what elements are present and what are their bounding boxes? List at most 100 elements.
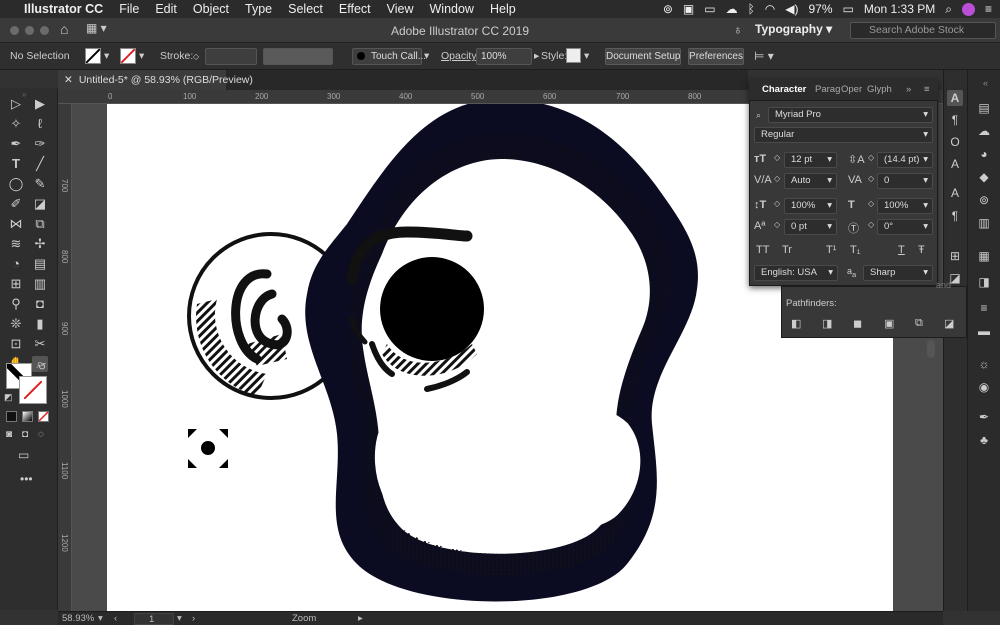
kerning-stepper[interactable]: ◇ bbox=[774, 174, 780, 183]
horizontal-scale-input[interactable]: 100% ▾ bbox=[877, 198, 933, 214]
none-mode-icon[interactable] bbox=[38, 411, 49, 422]
transform-panel-icon[interactable]: ⊞ bbox=[947, 248, 963, 264]
cloud-icon[interactable]: ☁ bbox=[726, 2, 738, 16]
arrange-documents-icon[interactable]: ▦ ▾ bbox=[86, 21, 107, 35]
lasso-tool-icon[interactable]: ℓ bbox=[32, 116, 48, 132]
menu-edit[interactable]: Edit bbox=[147, 2, 185, 16]
lightbulb-icon[interactable]: ♁ bbox=[733, 22, 743, 37]
merge-icon[interactable]: ◼ bbox=[853, 317, 862, 330]
menu-file[interactable]: File bbox=[111, 2, 147, 16]
symbol-sprayer-tool-icon[interactable]: ❊ bbox=[8, 316, 24, 332]
stroke-weight-input[interactable] bbox=[205, 48, 257, 65]
pen-tool-icon[interactable]: ✒ bbox=[8, 136, 24, 152]
draw-normal-icon[interactable]: ◙ bbox=[6, 429, 12, 440]
variable-width-profile[interactable] bbox=[263, 48, 333, 65]
vertical-scale-stepper[interactable]: ◇ bbox=[774, 199, 780, 208]
slice-tool-icon[interactable]: ✂ bbox=[32, 336, 48, 352]
character-rotation-stepper[interactable]: ◇ bbox=[868, 220, 874, 229]
kerning-input[interactable]: Auto ▾ bbox=[784, 173, 837, 189]
window-zoom-button[interactable] bbox=[40, 26, 49, 35]
graphic-style-swatch[interactable] bbox=[566, 48, 581, 63]
divide-icon[interactable]: ◧ bbox=[791, 317, 801, 330]
glyphs-panel-icon[interactable]: A bbox=[947, 156, 963, 172]
opacity-dropdown-arrow[interactable]: ▸ bbox=[534, 48, 539, 65]
bluetooth-icon[interactable]: ᛒ bbox=[748, 2, 755, 16]
pathfinder-dock-icon[interactable]: ◨ bbox=[976, 274, 992, 290]
reflect-tool-icon[interactable]: ⋈ bbox=[8, 216, 24, 232]
edit-toolbar-icon[interactable]: ••• bbox=[20, 472, 33, 486]
brush-dropdown-arrow[interactable]: ▾ bbox=[424, 48, 429, 65]
style-dropdown-arrow[interactable]: ▾ bbox=[584, 48, 589, 65]
vertical-scale-input[interactable]: 100% ▾ bbox=[784, 198, 837, 214]
tracking-stepper[interactable]: ◇ bbox=[868, 174, 874, 183]
artboard-prev-icon[interactable]: ‹ bbox=[114, 613, 117, 624]
scale-tool-icon[interactable]: ⧉ bbox=[32, 216, 48, 232]
artboard-number-field[interactable]: 1 bbox=[134, 613, 174, 625]
creative-cloud-icon[interactable]: ⊚ bbox=[663, 2, 673, 16]
paragraph-styles-icon[interactable]: ¶ bbox=[947, 208, 963, 224]
layers-panel-icon[interactable]: ◆ bbox=[976, 169, 992, 185]
zoom-level[interactable]: 58.93% bbox=[62, 613, 94, 624]
line-tool-icon[interactable]: ╱ bbox=[32, 156, 48, 172]
language-field[interactable]: English: USA ▾ bbox=[754, 265, 838, 281]
outline-icon[interactable]: ⧉ bbox=[915, 317, 923, 330]
shaper-tool-icon[interactable]: ✐ bbox=[8, 196, 24, 212]
notes-icon[interactable]: ▣ bbox=[683, 2, 694, 16]
all-caps-button[interactable]: TT bbox=[756, 244, 769, 256]
character-styles-icon[interactable]: A bbox=[947, 185, 963, 201]
superscript-button[interactable]: T¹ bbox=[826, 244, 836, 256]
leading-stepper[interactable]: ◇ bbox=[868, 153, 874, 162]
menu-object[interactable]: Object bbox=[185, 2, 237, 16]
gradient-tool-icon[interactable]: ▥ bbox=[32, 276, 48, 292]
display-icon[interactable]: ▭ bbox=[704, 2, 715, 16]
status-menu-arrow[interactable]: ▸ bbox=[358, 613, 363, 624]
brushes-panel-icon[interactable]: ✒ bbox=[976, 409, 992, 425]
tab-paragraph[interactable]: Parag bbox=[815, 84, 840, 95]
battery-percent[interactable]: 97% bbox=[809, 2, 833, 16]
eraser-tool-icon[interactable]: ◪ bbox=[32, 196, 48, 212]
menu-effect[interactable]: Effect bbox=[331, 2, 379, 16]
gradient-mode-icon[interactable] bbox=[22, 411, 33, 422]
antialiasing-field[interactable]: Sharp ▾ bbox=[863, 265, 933, 281]
font-size-input[interactable]: 12 pt ▾ bbox=[784, 152, 837, 168]
draw-inside-icon[interactable]: ◌ bbox=[38, 429, 44, 440]
menu-help[interactable]: Help bbox=[482, 2, 524, 16]
symbols-panel-icon[interactable]: ♣ bbox=[976, 432, 992, 448]
menu-select[interactable]: Select bbox=[280, 2, 331, 16]
stroke-stepper[interactable]: ◇ bbox=[193, 48, 199, 65]
spotlight-icon[interactable]: ⌕ bbox=[945, 2, 952, 17]
gradient-panel-icon[interactable]: ▬ bbox=[976, 323, 992, 339]
small-caps-button[interactable]: Tr bbox=[782, 244, 792, 256]
leading-input[interactable]: (14.4 pt) ▾ bbox=[877, 152, 933, 168]
tab-character[interactable]: Character bbox=[762, 84, 806, 95]
selection-tool-icon[interactable]: ▷ bbox=[8, 96, 24, 112]
character-panel-icon[interactable]: A bbox=[947, 90, 963, 106]
stroke-panel-icon[interactable]: ≡ bbox=[976, 300, 992, 316]
font-size-stepper[interactable]: ◇ bbox=[774, 153, 780, 162]
properties-panel-icon[interactable]: ▤ bbox=[976, 100, 992, 116]
swap-fill-stroke-icon[interactable]: ↺ bbox=[38, 362, 46, 373]
wifi-icon[interactable]: ◠ bbox=[765, 2, 775, 16]
column-graph-tool-icon[interactable]: ▮ bbox=[32, 316, 48, 332]
magic-wand-tool-icon[interactable]: ✧ bbox=[8, 116, 24, 132]
font-family-field[interactable]: Myriad Pro ▾ bbox=[768, 107, 933, 123]
blend-tool-icon[interactable]: ◘ bbox=[32, 296, 48, 312]
home-icon[interactable]: ⌂ bbox=[60, 21, 68, 37]
zoom-dropdown-arrow[interactable]: ▾ bbox=[98, 613, 103, 624]
paragraph-panel-icon[interactable]: ¶ bbox=[947, 112, 963, 128]
minus-back-icon[interactable]: ◪ bbox=[944, 317, 954, 330]
window-minimize-button[interactable] bbox=[25, 26, 34, 35]
window-close-button[interactable] bbox=[10, 26, 19, 35]
fill-dropdown-arrow[interactable]: ▾ bbox=[104, 48, 109, 65]
monkey-pupil[interactable] bbox=[380, 257, 484, 361]
volume-icon[interactable]: ◀) bbox=[785, 2, 798, 16]
tracking-input[interactable]: 0 ▾ bbox=[877, 173, 933, 189]
ellipse-tool-icon[interactable]: ◯ bbox=[8, 176, 24, 192]
brush-definition[interactable]: Touch Call... bbox=[352, 48, 426, 65]
opacity-label[interactable]: Opacity: bbox=[441, 48, 480, 65]
creative-cloud-icon[interactable]: ⊚ bbox=[976, 192, 992, 208]
menu-app-name[interactable]: Illustrator CC bbox=[16, 2, 111, 16]
stroke-dropdown-arrow[interactable]: ▾ bbox=[139, 48, 144, 65]
curvature-tool-icon[interactable]: ✑ bbox=[32, 136, 48, 152]
eyedropper-tool-icon[interactable]: ⚲ bbox=[8, 296, 24, 312]
